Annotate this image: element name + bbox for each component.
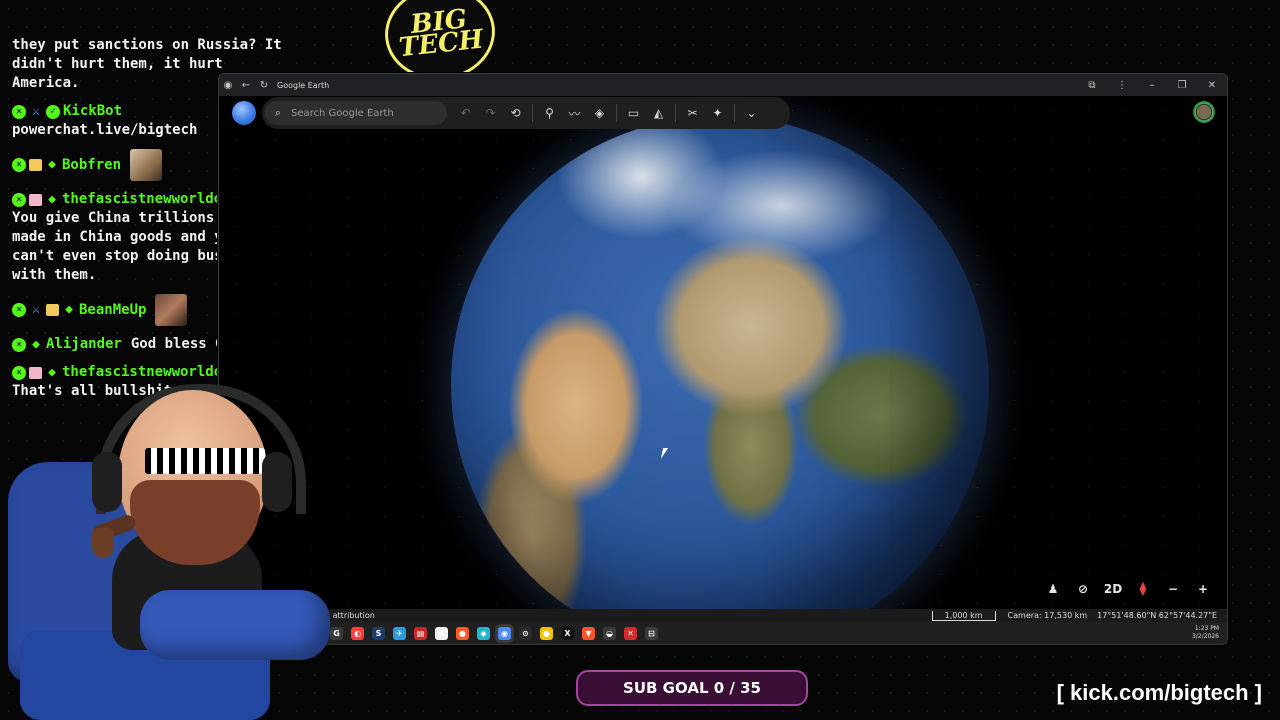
user-avatar-image — [130, 149, 163, 181]
window-title: Google Earth — [277, 80, 330, 90]
verified-badge-icon — [46, 104, 60, 119]
gift-badge-icon — [29, 193, 42, 206]
armchair-arm — [140, 590, 330, 660]
chat-username: Bobfren — [62, 156, 122, 173]
undo-icon[interactable]: ↶ — [453, 101, 478, 125]
history-icon[interactable]: ⟲ — [503, 101, 528, 125]
compass-icon[interactable]: ⧫ — [1131, 577, 1155, 601]
taskbar-app-icon[interactable]: ✈ — [393, 626, 406, 640]
zoom-out-button[interactable]: − — [1161, 577, 1185, 601]
kick-badge-icon — [12, 365, 26, 380]
clock-time: 1:23 PM — [1194, 625, 1219, 632]
camera-altitude: Camera: 17,530 km — [1007, 611, 1088, 620]
kick-badge-icon — [12, 192, 26, 207]
taskbar-app-icon[interactable]: ● — [540, 626, 553, 640]
taskbar-app-icon[interactable]: ● — [456, 626, 469, 640]
headphone-cup — [92, 452, 122, 512]
taskbar-app-icon[interactable]: ◒ — [603, 626, 616, 640]
taskbar-app-icon[interactable]: ◆ — [477, 626, 490, 640]
status-bar: Data attribution 1,000 km Camera: 17,530… — [219, 609, 1227, 622]
gemini-icon[interactable]: ✦ — [705, 101, 730, 125]
taskbar: ▭G◐S✈▤A●◆◉⊙●X▼◒✕⊟ 1:23 PM 3/2/2026 — [219, 622, 1227, 644]
chat-username: KickBot — [63, 103, 123, 119]
taskbar-clock[interactable]: 1:23 PM 3/2/2026 — [1192, 625, 1219, 641]
search-placeholder: Search Google Earth — [291, 107, 394, 119]
google-earth-logo[interactable] — [232, 101, 256, 125]
taskbar-app-icon[interactable]: ▤ — [414, 626, 427, 640]
user-avatar-image — [155, 294, 188, 326]
extensions-icon[interactable]: ⧉ — [1077, 74, 1107, 96]
zoom-in-button[interactable]: + — [1191, 577, 1215, 601]
account-avatar[interactable] — [1193, 101, 1215, 123]
pegman-icon[interactable]: ♟ — [1041, 577, 1065, 601]
toolbar-divider — [734, 104, 735, 122]
map-controls: ♟ ⊘ 2D ⧫ − + — [1041, 577, 1215, 601]
search-icon: ⌕ — [274, 106, 282, 119]
gift-badge-icon — [29, 366, 42, 379]
gem-badge-icon: ◆ — [32, 336, 40, 352]
taskbar-app-icon[interactable]: ▼ — [582, 626, 595, 640]
kick-badge-icon — [12, 104, 26, 119]
kick-badge-icon — [12, 158, 26, 172]
chrome-icon: ◉ — [223, 79, 233, 91]
sword-badge-icon: ⚔ — [32, 103, 40, 119]
taskbar-icons: ▭G◐S✈▤A●◆◉⊙●X▼◒✕⊟ — [309, 626, 658, 640]
gem-badge-icon: ◆ — [48, 157, 56, 172]
measure-icon[interactable]: ▭ — [621, 101, 646, 125]
toolbar-divider — [616, 104, 617, 122]
redo-icon[interactable]: ↷ — [478, 101, 503, 125]
chat-username: Alijander — [46, 336, 122, 352]
gift-badge-icon — [29, 159, 42, 171]
toolbar-divider — [675, 104, 676, 122]
taskbar-app-icon[interactable]: X — [561, 626, 574, 640]
taskbar-app-icon[interactable]: S — [372, 626, 385, 640]
taskbar-app-icon[interactable]: ⊙ — [519, 626, 532, 640]
headphone-cup — [262, 452, 292, 512]
pipe-bowl — [92, 528, 114, 558]
gem-badge-icon: ◆ — [48, 191, 56, 207]
earth-toolbar: ⌕ Search Google Earth ↶ ↷ ⟲ ⚲ 〰 ◈ ▭ ◭ ✂ … — [262, 97, 790, 129]
title-bar: ◉ ← ↻ Google Earth ⧉ ⋮ – ❐ ✕ — [219, 74, 1227, 96]
photo-icon[interactable]: ◭ — [646, 101, 671, 125]
browser-window: ◉ ← ↻ Google Earth ⧉ ⋮ – ❐ ✕ ⌕ Search Go… — [218, 73, 1228, 645]
sub-goal-bar: SUB GOAL 0 / 35 — [576, 670, 808, 706]
taskbar-app-icon[interactable]: ⊟ — [645, 626, 658, 640]
reload-button[interactable]: ↻ — [255, 74, 273, 96]
gem-badge-icon: ◆ — [48, 364, 56, 380]
minimize-button[interactable]: – — [1137, 74, 1167, 96]
taskbar-app-icon[interactable]: A — [435, 626, 448, 640]
chevron-down-icon[interactable]: ⌄ — [739, 101, 764, 125]
gem-badge-icon: ◆ — [65, 302, 73, 317]
tools-icon[interactable]: ✂ — [680, 101, 705, 125]
clock-date: 3/2/2026 — [1192, 633, 1219, 640]
close-button[interactable]: ✕ — [1197, 74, 1227, 96]
taskbar-app-icon[interactable]: ◐ — [351, 626, 364, 640]
placemark-icon[interactable]: ⚲ — [537, 101, 562, 125]
layers-icon[interactable]: ◈ — [587, 101, 612, 125]
taskbar-app-icon[interactable]: ◉ — [498, 626, 511, 640]
chat-username: BeanMeUp — [79, 301, 147, 318]
menu-icon[interactable]: ⋮ — [1107, 74, 1137, 96]
view-2d-button[interactable]: 2D — [1101, 577, 1125, 601]
search-input[interactable]: ⌕ Search Google Earth — [265, 101, 447, 125]
taskbar-app-icon[interactable]: ✕ — [624, 626, 637, 640]
sword-badge-icon: ⚔ — [32, 302, 40, 317]
toolbar-divider — [532, 104, 533, 122]
path-icon[interactable]: 〰 — [562, 101, 587, 125]
kick-badge-icon — [12, 303, 26, 317]
pixel-sunglasses-icon — [145, 448, 265, 474]
gift-badge-icon — [46, 304, 59, 316]
scale-bar: 1,000 km — [931, 610, 996, 621]
tilt-icon[interactable]: ⊘ — [1071, 577, 1095, 601]
earth-viewport[interactable]: ⌕ Search Google Earth ↶ ↷ ⟲ ⚲ 〰 ◈ ▭ ◭ ✂ … — [219, 96, 1227, 609]
kick-badge-icon — [12, 337, 26, 352]
streamer-mascot — [0, 380, 340, 720]
back-button[interactable]: ← — [237, 74, 255, 96]
coordinates: 17°51'48.60"N 62°57'44.27"E — [1097, 611, 1217, 620]
maximize-button[interactable]: ❐ — [1167, 74, 1197, 96]
channel-url: [ kick.com/bigtech ] — [1056, 680, 1262, 705]
